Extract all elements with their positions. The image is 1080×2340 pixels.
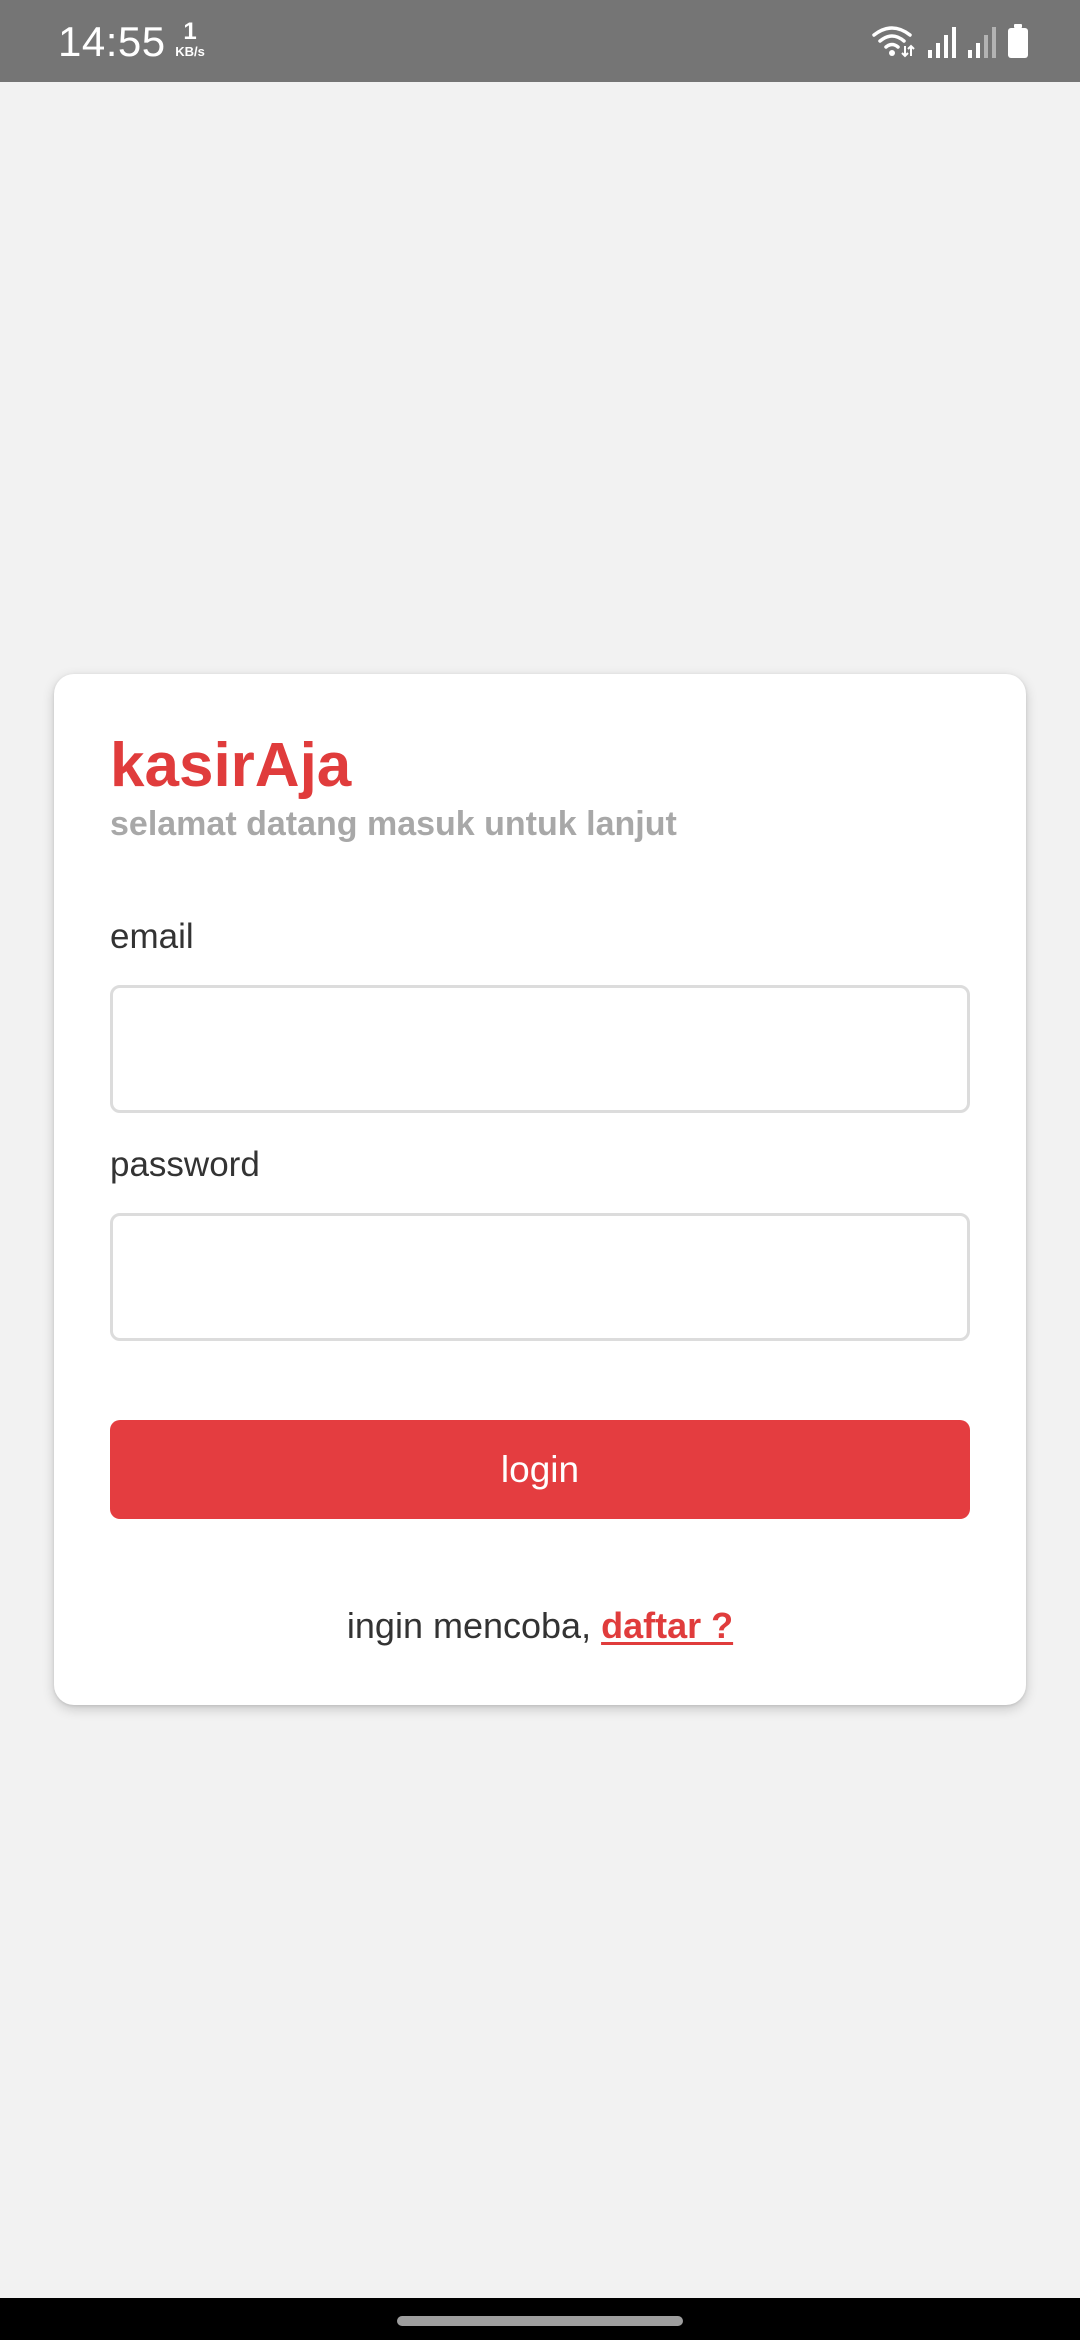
register-prompt: ingin mencoba, daftar ?: [54, 1604, 1026, 1647]
status-icons: [872, 22, 1028, 58]
network-speed-value: 1: [183, 18, 197, 45]
status-time: 14:55: [58, 18, 166, 65]
signal-icon: [928, 26, 956, 58]
network-speed: 1 KB/s: [170, 18, 210, 59]
password-field[interactable]: [110, 1213, 970, 1341]
register-link[interactable]: daftar ?: [601, 1605, 733, 1646]
network-speed-unit: KB/s: [175, 44, 205, 59]
battery-icon: [1008, 24, 1028, 58]
login-button[interactable]: login: [110, 1420, 970, 1519]
email-field[interactable]: [110, 985, 970, 1113]
register-prompt-text: ingin mencoba,: [346, 1605, 602, 1646]
email-label: email: [110, 917, 194, 956]
navigation-bar: [0, 2298, 1080, 2340]
wifi-icon: [872, 24, 916, 58]
login-card: kasirAja selamat datang masuk untuk lanj…: [54, 674, 1026, 1705]
home-indicator[interactable]: [397, 2316, 683, 2326]
password-label: password: [110, 1145, 260, 1184]
status-bar: 14:55 1 KB/s: [0, 0, 1080, 82]
signal-icon: [968, 26, 996, 58]
welcome-subtitle: selamat datang masuk untuk lanjut: [110, 805, 677, 843]
app-title: kasirAja: [110, 731, 352, 800]
